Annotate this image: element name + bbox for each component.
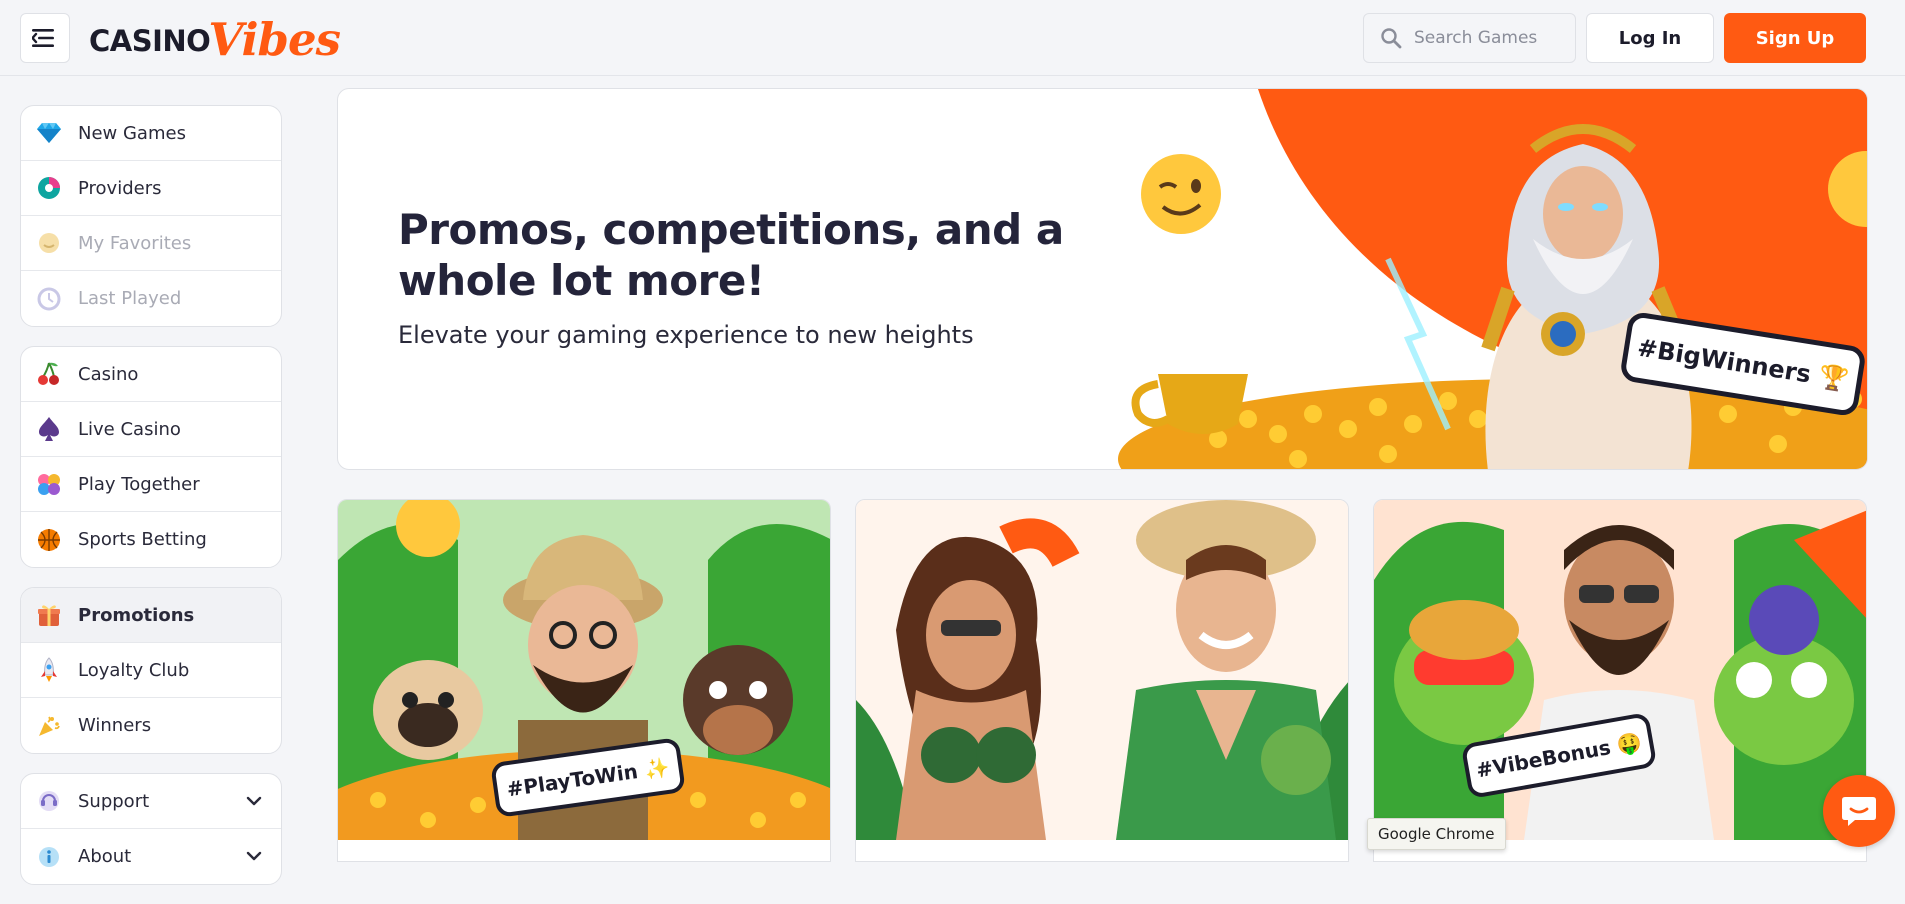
- rocket-icon: [36, 657, 62, 683]
- promo-card-image: [856, 500, 1348, 840]
- sidebar-item-label: Support: [78, 790, 150, 812]
- search-input[interactable]: [1414, 28, 1564, 48]
- sidebar-item-new-games[interactable]: New Games: [21, 106, 281, 161]
- sidebar-item-casino[interactable]: Casino: [21, 347, 281, 402]
- sidebar-item-label: Promotions: [78, 604, 195, 626]
- sidebar-group-categories: Casino Live Casino Play Together Sports …: [20, 346, 282, 568]
- sidebar-item-promotions[interactable]: Promotions: [21, 588, 281, 643]
- sidebar-group-rewards: Promotions Loyalty Club Winners: [20, 587, 282, 754]
- spade-icon: [36, 416, 62, 442]
- promo-hero-banner[interactable]: Promos, competitions, and a whole lot mo…: [337, 88, 1868, 470]
- login-button[interactable]: Log In: [1586, 13, 1714, 63]
- chat-bubble-icon: [1842, 797, 1876, 826]
- play-to-win-badge-text: #PlayToWin ✨: [505, 754, 671, 801]
- sidebar-item-label: Last Played: [78, 288, 182, 309]
- sidebar-item-last-played[interactable]: Last Played: [21, 271, 281, 326]
- sidebar-item-label: Loyalty Club: [78, 659, 190, 681]
- sidebar-group-info: Support About: [20, 773, 282, 885]
- sidebar-item-providers[interactable]: Providers: [21, 161, 281, 216]
- promo-card-vibe-bonus[interactable]: #VibeBonus 🤑: [1373, 499, 1867, 862]
- about-icon: [36, 844, 62, 870]
- search-box[interactable]: [1363, 13, 1576, 63]
- hero-subtitle: Elevate your gaming experience to new he…: [398, 321, 974, 349]
- sidebar-item-live-casino[interactable]: Live Casino: [21, 402, 281, 457]
- sidebar-item-label: Live Casino: [78, 418, 181, 440]
- sidebar-item-label: Casino: [78, 363, 139, 385]
- sidebar-item-loyalty-club[interactable]: Loyalty Club: [21, 643, 281, 698]
- live-chat-button[interactable]: [1823, 775, 1895, 847]
- sidebar-item-label: Sports Betting: [78, 529, 207, 550]
- sidebar-item-label: Winners: [78, 715, 152, 736]
- casino-vibes-logo[interactable]: CASINO Vibes: [89, 4, 341, 66]
- sidebar-item-label: My Favorites: [78, 232, 192, 254]
- sidebar-item-label: Providers: [78, 177, 162, 199]
- big-winners-badge-text: #BigWinners 🏆: [1635, 333, 1851, 395]
- browser-tooltip: Google Chrome: [1367, 818, 1506, 850]
- signup-button[interactable]: Sign Up: [1724, 13, 1866, 63]
- favorites-icon: [36, 230, 62, 256]
- play-together-icon: [36, 471, 62, 497]
- logo-vibes-text: Vibes: [208, 13, 341, 66]
- basketball-icon: [36, 527, 62, 553]
- cherry-icon: [36, 361, 62, 387]
- promo-card-play-to-win[interactable]: #PlayToWin ✨: [337, 499, 831, 862]
- support-icon: [36, 788, 62, 814]
- sidebar-item-support[interactable]: Support: [21, 774, 281, 829]
- promo-card-summer[interactable]: [855, 499, 1349, 862]
- sidebar-item-sports-betting[interactable]: Sports Betting: [21, 512, 281, 567]
- diamond-icon: [36, 120, 62, 146]
- hero-title: Promos, competitions, and a whole lot mo…: [398, 205, 1064, 305]
- sidebar-item-label: New Games: [78, 122, 186, 144]
- confetti-icon: [36, 713, 62, 739]
- menu-button[interactable]: [20, 13, 70, 63]
- sidebar: New Games Providers My Favorites Last Pl…: [20, 105, 282, 904]
- last-played-icon: [36, 286, 62, 312]
- chevron-down-icon: [246, 796, 262, 806]
- sidebar-item-winners[interactable]: Winners: [21, 698, 281, 753]
- gift-icon: [36, 602, 62, 628]
- sidebar-item-about[interactable]: About: [21, 829, 281, 884]
- sidebar-group-games: New Games Providers My Favorites Last Pl…: [20, 105, 282, 327]
- search-icon: [1381, 28, 1402, 49]
- logo-casino-text: CASINO: [89, 24, 211, 58]
- sidebar-item-label: About: [78, 846, 132, 867]
- promo-card-image: [1374, 500, 1866, 840]
- sidebar-item-play-together[interactable]: Play Together: [21, 457, 281, 512]
- top-header: CASINO Vibes Log In Sign Up: [0, 0, 1905, 76]
- sidebar-item-my-favorites[interactable]: My Favorites: [21, 216, 281, 271]
- providers-icon: [36, 175, 62, 201]
- chevron-down-icon: [246, 851, 262, 861]
- hamburger-icon: [32, 29, 54, 47]
- sidebar-item-label: Play Together: [78, 473, 200, 495]
